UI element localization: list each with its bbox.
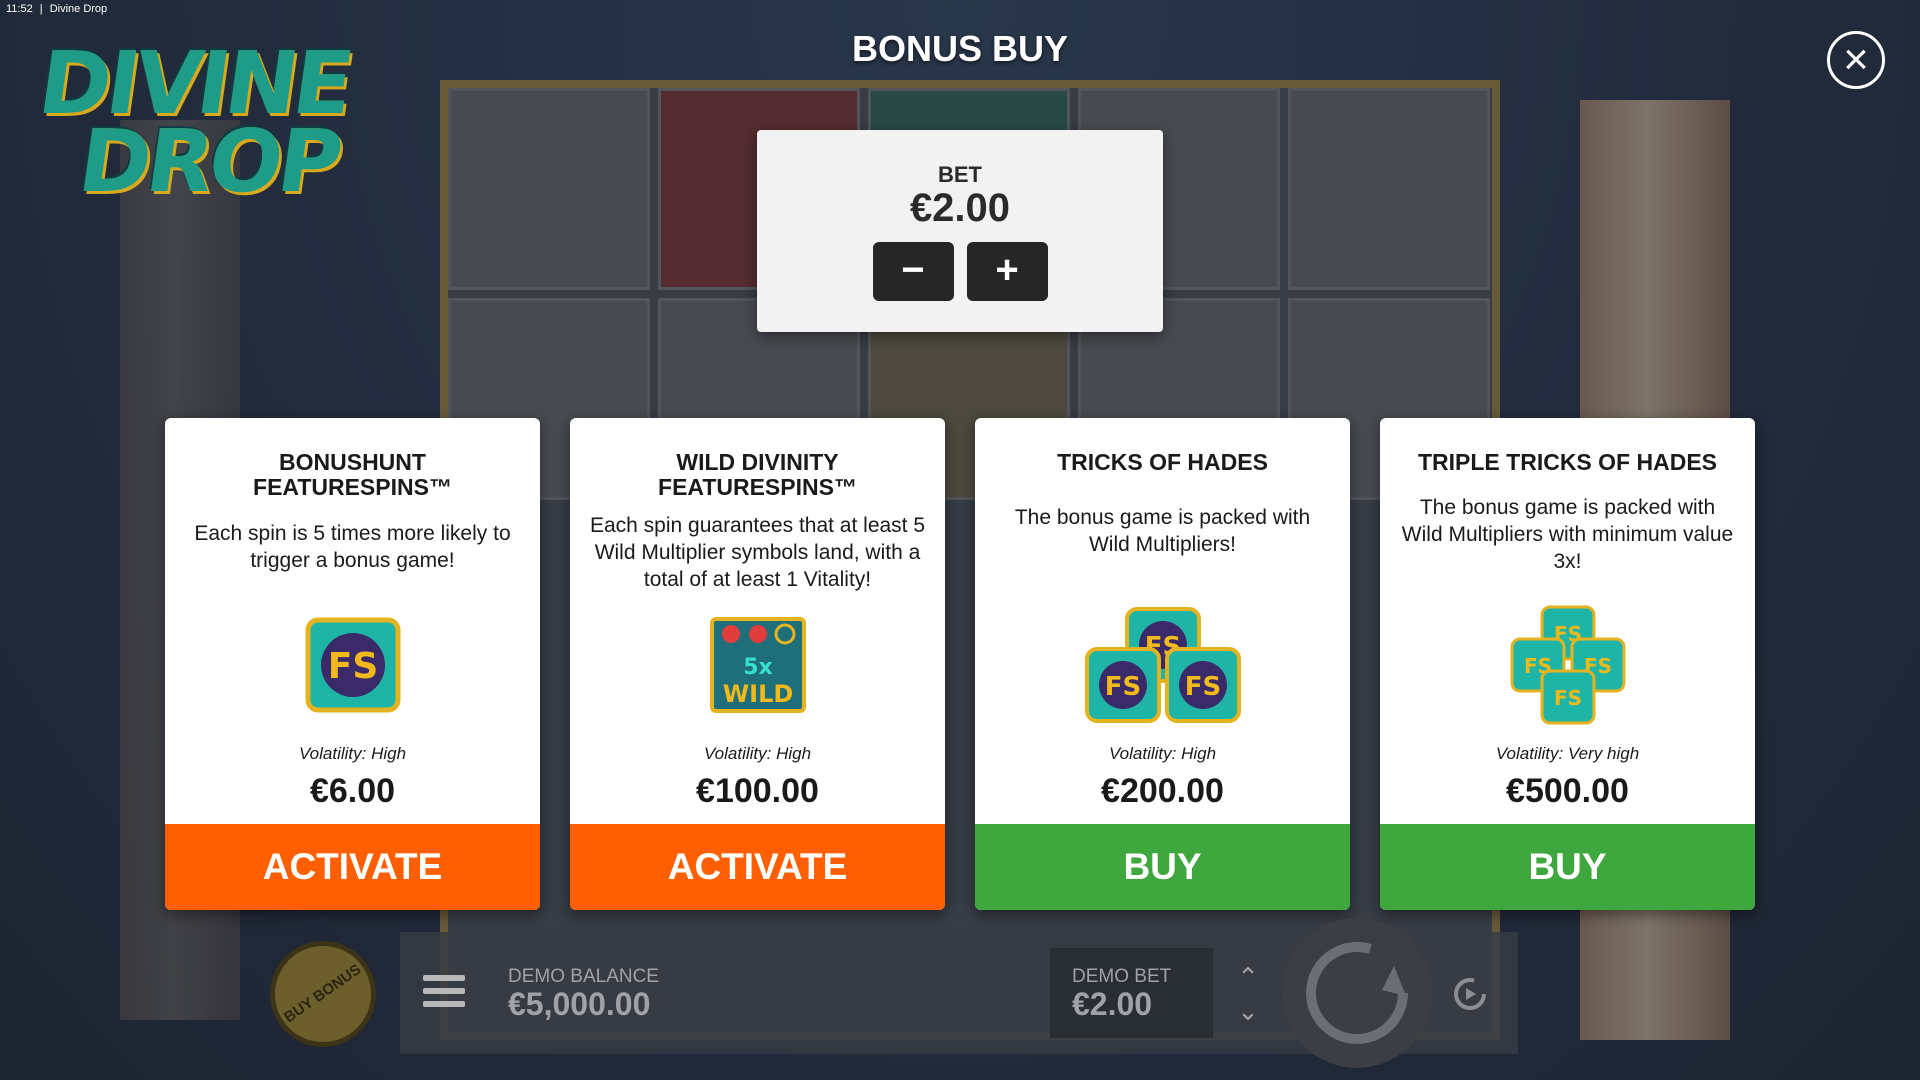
wild-multiplier-text: 5x xyxy=(743,655,773,680)
card-price: €200.00 xyxy=(1101,772,1224,810)
card-price: €100.00 xyxy=(696,772,819,810)
bet-panel: BET €2.00 − + xyxy=(757,130,1163,332)
chevron-up-icon[interactable]: ⌃ xyxy=(1228,960,1268,994)
close-icon: × xyxy=(1843,35,1869,84)
quad-fs-symbol-icon: FS FS FS FS xyxy=(1380,600,1755,730)
bonus-card-tricks-of-hades: TRICKS OF HADES The bonus game is packed… xyxy=(975,418,1350,910)
card-title: TRIPLE TRICKS OF HADES xyxy=(1417,449,1717,475)
card-description: Each spin guarantees that at least 5 Wil… xyxy=(589,514,926,591)
logo-line-2: DROP xyxy=(72,112,345,212)
bonus-card-bonushunt: BONUSHUNT FEATURESPINS™ Each spin is 5 t… xyxy=(165,418,540,910)
activate-button[interactable]: ACTIVATE xyxy=(570,824,945,910)
card-volatility: Volatility: Very high xyxy=(1495,744,1640,763)
svg-text:FS: FS xyxy=(1553,686,1581,710)
bet-label: BET xyxy=(938,162,982,187)
autoplay-button[interactable] xyxy=(1450,974,1490,1014)
wild-label: WILD xyxy=(722,680,793,708)
clock: 11:52 xyxy=(6,3,33,15)
bonus-cards: BONUSHUNT FEATURESPINS™ Each spin is 5 t… xyxy=(165,418,1755,910)
card-description: The bonus game is packed with Wild Multi… xyxy=(1014,506,1311,556)
increase-bet-button[interactable]: + xyxy=(966,242,1048,301)
status-bar: 11:52 | Divine Drop xyxy=(0,0,107,18)
fs-symbol-icon: FS xyxy=(165,600,540,730)
svg-text:FS: FS xyxy=(327,646,378,687)
buy-button[interactable]: BUY xyxy=(1380,824,1755,910)
card-title: BONUSHUNT FEATURESPINS™ xyxy=(253,449,452,500)
separator: | xyxy=(39,3,43,15)
bet-stepper[interactable]: ⌃ ⌄ xyxy=(1228,960,1268,1030)
card-title: WILD DIVINITY FEATURESPINS™ xyxy=(658,449,857,500)
activate-button[interactable]: ACTIVATE xyxy=(165,824,540,910)
menu-icon[interactable] xyxy=(423,975,465,1011)
card-volatility: Volatility: High xyxy=(1108,744,1217,763)
balance-label: DEMO BALANCE xyxy=(508,966,659,987)
spin-icon xyxy=(1306,942,1408,1044)
card-volatility: Volatility: High xyxy=(703,744,812,763)
decrease-bet-button[interactable]: − xyxy=(872,242,954,301)
chevron-down-icon[interactable]: ⌄ xyxy=(1228,994,1268,1028)
card-description: Each spin is 5 times more likely to trig… xyxy=(194,522,511,572)
bonus-card-wild-divinity: WILD DIVINITY FEATURESPINS™ Each spin gu… xyxy=(570,418,945,910)
buy-button[interactable]: BUY xyxy=(975,824,1350,910)
demo-bet-value: €2.00 xyxy=(1072,986,1153,1022)
svg-text:FS: FS xyxy=(1184,672,1221,702)
page-title: BONUS BUY xyxy=(851,28,1069,69)
close-button[interactable]: × xyxy=(1827,31,1885,89)
card-price: €500.00 xyxy=(1506,772,1629,810)
card-volatility: Volatility: High xyxy=(298,744,407,763)
spin-button[interactable] xyxy=(1282,918,1432,1068)
demo-bet-label: DEMO BET xyxy=(1072,966,1172,987)
wild-multiplier-icon: 5x WILD xyxy=(570,600,945,730)
bonus-card-triple-tricks-of-hades: TRIPLE TRICKS OF HADES The bonus game is… xyxy=(1380,418,1755,910)
triple-fs-symbol-icon: FS FS FS xyxy=(975,600,1350,730)
card-description: The bonus game is packed with Wild Multi… xyxy=(1401,496,1734,573)
autoplay-icon xyxy=(1454,978,1486,1010)
balance-value: €5,000.00 xyxy=(508,986,651,1022)
bet-value: €2.00 xyxy=(909,186,1011,230)
svg-text:FS: FS xyxy=(1104,672,1141,702)
game-logo: DIVINE DROP xyxy=(33,34,420,255)
card-title: TRICKS OF HADES xyxy=(1057,449,1268,475)
app-name: Divine Drop xyxy=(49,3,108,15)
bet-controls: − + xyxy=(757,242,1163,301)
card-price: €6.00 xyxy=(309,772,396,810)
